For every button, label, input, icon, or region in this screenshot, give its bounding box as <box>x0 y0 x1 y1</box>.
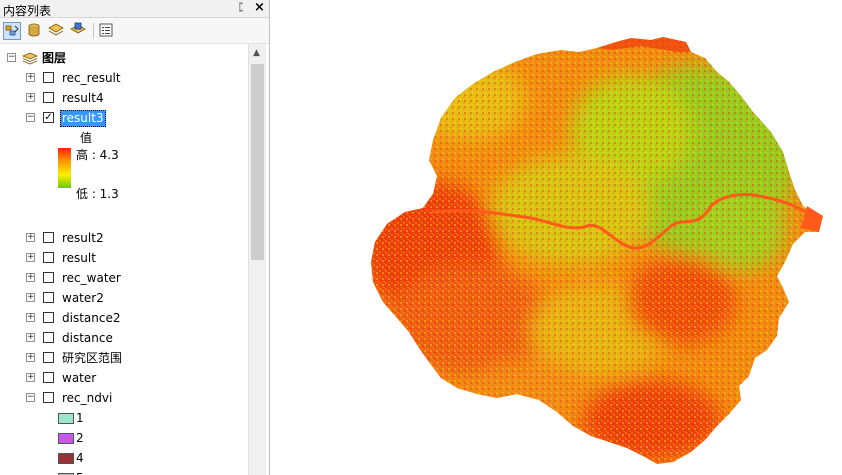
table-of-contents-panel: 内容列表 ᛈ × − 图层 + rec_result + result4 − ✓… <box>0 0 270 475</box>
class-label: 5 <box>76 469 84 475</box>
layer-visibility-checkbox[interactable] <box>43 72 54 83</box>
layer-label-selected: result3 <box>60 110 106 127</box>
layer-rec-ndvi[interactable]: − rec_ndvi <box>0 389 240 407</box>
layer-result3[interactable]: − ✓ result3 <box>0 109 240 127</box>
expand-icon[interactable]: + <box>26 373 35 382</box>
class-label: 2 <box>76 431 84 445</box>
layer-visibility-checkbox[interactable] <box>43 372 54 383</box>
collapse-icon[interactable]: − <box>26 113 35 122</box>
layer-label: water2 <box>62 291 104 305</box>
legend-class-item: 1 <box>0 409 240 427</box>
layer-label: rec_water <box>62 271 121 285</box>
layer-label: rec_ndvi <box>62 391 113 405</box>
layers-icon <box>22 52 38 65</box>
layer-distance2[interactable]: + distance2 <box>0 309 240 327</box>
map-view[interactable] <box>271 0 842 475</box>
expand-icon[interactable]: + <box>26 93 35 102</box>
options-button[interactable] <box>98 22 116 40</box>
layers-root[interactable]: − 图层 <box>0 49 240 67</box>
raster-map <box>371 37 823 464</box>
collapse-icon[interactable]: − <box>7 53 16 62</box>
pin-icon[interactable]: ᛈ <box>238 1 245 14</box>
list-by-visibility-icon <box>48 23 64 36</box>
expand-icon[interactable]: + <box>26 253 35 262</box>
panel-titlebar: 内容列表 ᛈ × <box>0 0 269 18</box>
layer-rec-water[interactable]: + rec_water <box>0 269 240 287</box>
layer-result[interactable]: + result <box>0 249 240 267</box>
layer-label: 研究区范围 <box>62 351 123 365</box>
scroll-up-arrow-icon[interactable]: ▲ <box>253 48 260 58</box>
class-color-swatch <box>58 433 74 444</box>
panel-title: 内容列表 <box>3 4 52 18</box>
scrollbar-thumb[interactable] <box>251 64 264 260</box>
expand-icon[interactable]: + <box>26 273 35 282</box>
list-by-source-button[interactable] <box>26 22 44 40</box>
expand-icon[interactable]: + <box>26 293 35 302</box>
layer-water2[interactable]: + water2 <box>0 289 240 307</box>
expand-icon[interactable]: + <box>26 353 35 362</box>
color-ramp-swatch <box>58 148 71 188</box>
list-by-drawing-order-icon <box>5 25 19 36</box>
layers-root-label: 图层 <box>42 51 67 65</box>
expand-icon[interactable]: + <box>26 313 35 322</box>
list-by-visibility-button[interactable] <box>48 22 66 40</box>
layer-label: result2 <box>62 231 104 245</box>
layer-label: distance <box>62 331 113 345</box>
layer-visibility-checkbox[interactable] <box>43 252 54 263</box>
layer-distance[interactable]: + distance <box>0 329 240 347</box>
layer-visibility-checkbox[interactable] <box>43 332 54 343</box>
expand-icon[interactable]: + <box>26 233 35 242</box>
layer-tree: − 图层 + rec_result + result4 − ✓ result3 <box>0 44 248 475</box>
list-by-selection-button[interactable] <box>70 22 88 40</box>
vertical-scrollbar[interactable]: ▲ <box>248 44 266 475</box>
toolbar-separator <box>93 23 94 39</box>
layer-visibility-checkbox[interactable] <box>43 392 54 403</box>
class-label: 4 <box>76 451 84 465</box>
layer-label: rec_result <box>62 71 121 85</box>
raster-fill-group <box>371 37 821 464</box>
class-color-swatch <box>58 413 74 424</box>
layer-result2[interactable]: + result2 <box>0 229 240 247</box>
expand-icon[interactable]: + <box>26 333 35 342</box>
list-by-source-icon <box>28 23 40 37</box>
legend-low-label: 低 : 1.3 <box>76 187 119 201</box>
legend-class-item: 4 <box>0 449 240 467</box>
toc-toolbar <box>0 18 269 44</box>
layer-label: distance2 <box>62 311 121 325</box>
class-label: 1 <box>76 411 84 425</box>
layer-label: result <box>62 251 96 265</box>
legend-field-label: 值 <box>80 131 93 145</box>
layer-visibility-checkbox[interactable] <box>43 232 54 243</box>
legend-class-item: 2 <box>0 429 240 447</box>
layer-visibility-checkbox[interactable] <box>43 292 54 303</box>
legend-class-item: 5 <box>0 469 240 475</box>
list-by-selection-icon <box>70 22 86 34</box>
layer-result4[interactable]: + result4 <box>0 89 240 107</box>
layer-visibility-checkbox[interactable] <box>43 92 54 103</box>
legend-high-label: 高 : 4.3 <box>76 148 119 162</box>
layer-visibility-checkbox[interactable] <box>43 272 54 283</box>
list-by-drawing-order-button[interactable] <box>3 22 21 40</box>
layer-visibility-checkbox[interactable] <box>43 352 54 363</box>
class-color-swatch <box>58 453 74 464</box>
close-icon[interactable]: × <box>254 0 265 15</box>
layer-label: result4 <box>62 91 104 105</box>
layer-label: water <box>62 371 97 385</box>
layer-water[interactable]: + water <box>0 369 240 387</box>
options-icon <box>99 23 113 37</box>
layer-study-area[interactable]: + 研究区范围 <box>0 349 240 367</box>
expand-icon[interactable]: + <box>26 73 35 82</box>
layer-visibility-checkbox[interactable] <box>43 312 54 323</box>
layer-rec-result[interactable]: + rec_result <box>0 69 240 87</box>
layer-visibility-checkbox[interactable]: ✓ <box>43 112 54 123</box>
collapse-icon[interactable]: − <box>26 393 35 402</box>
